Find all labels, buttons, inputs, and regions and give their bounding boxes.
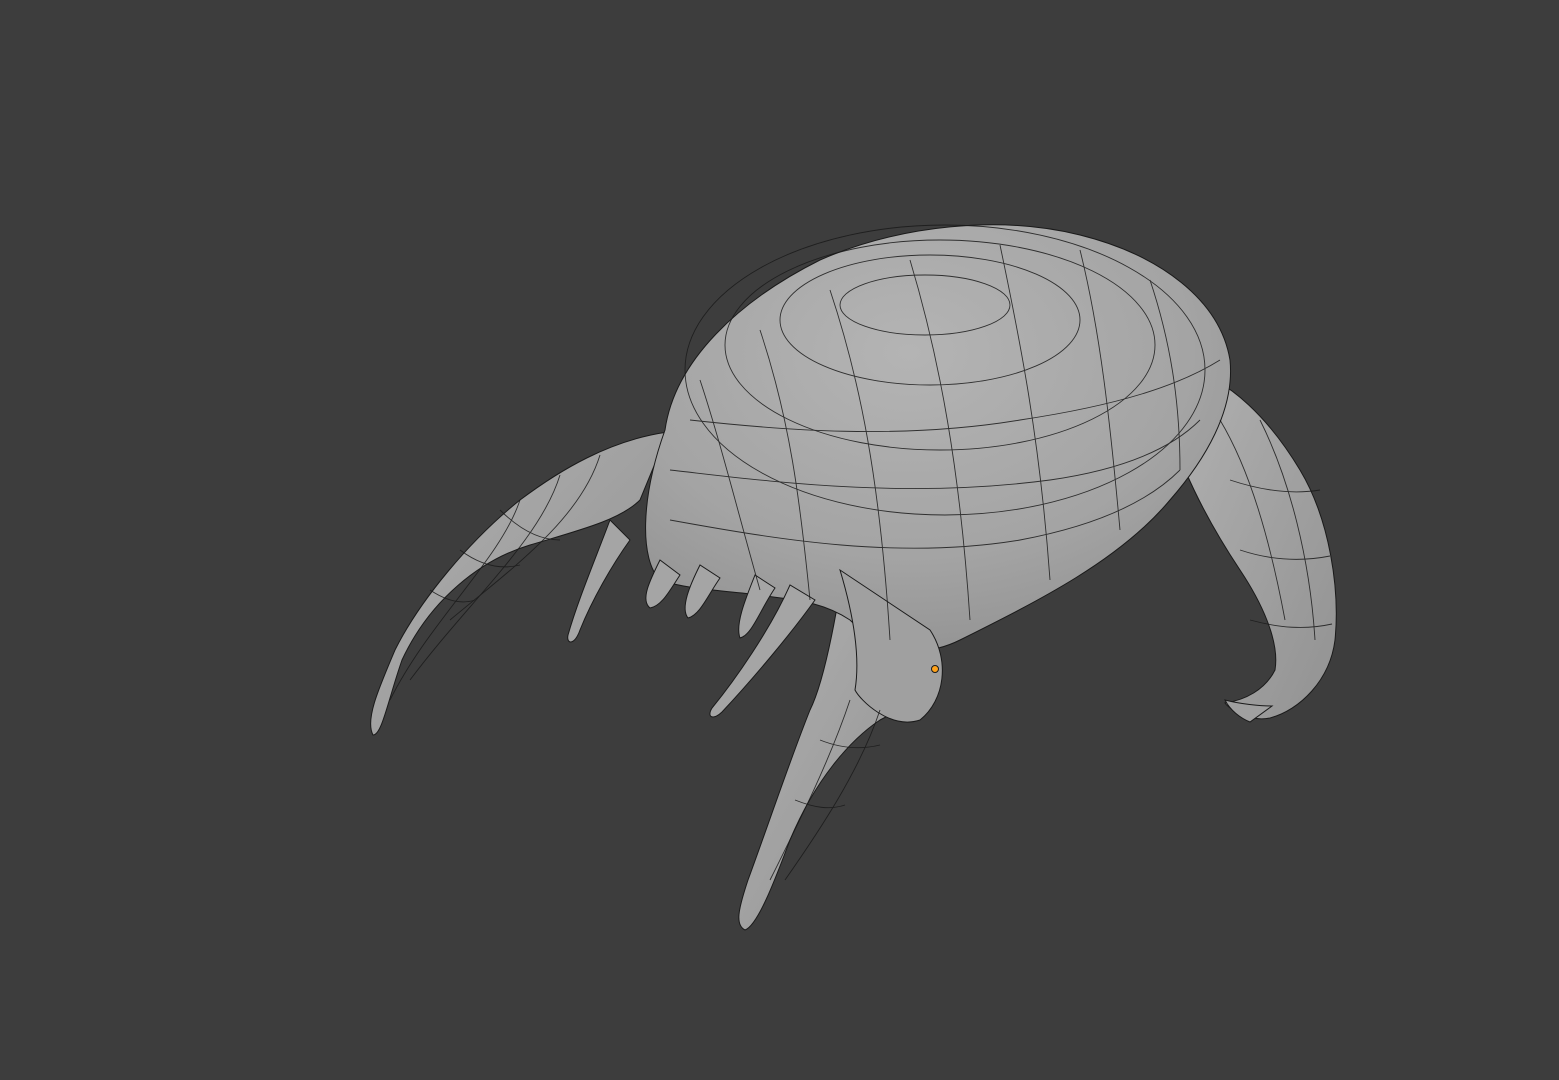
mesh-limb-left-back[interactable] <box>370 431 669 736</box>
mesh-spike-1[interactable] <box>567 519 631 643</box>
object-origin-dot[interactable] <box>931 665 939 673</box>
creature-mesh[interactable] <box>370 224 1337 931</box>
3d-viewport[interactable] <box>0 0 1559 1080</box>
mesh-body[interactable] <box>645 224 1232 651</box>
viewport-canvas[interactable] <box>0 0 1559 1080</box>
